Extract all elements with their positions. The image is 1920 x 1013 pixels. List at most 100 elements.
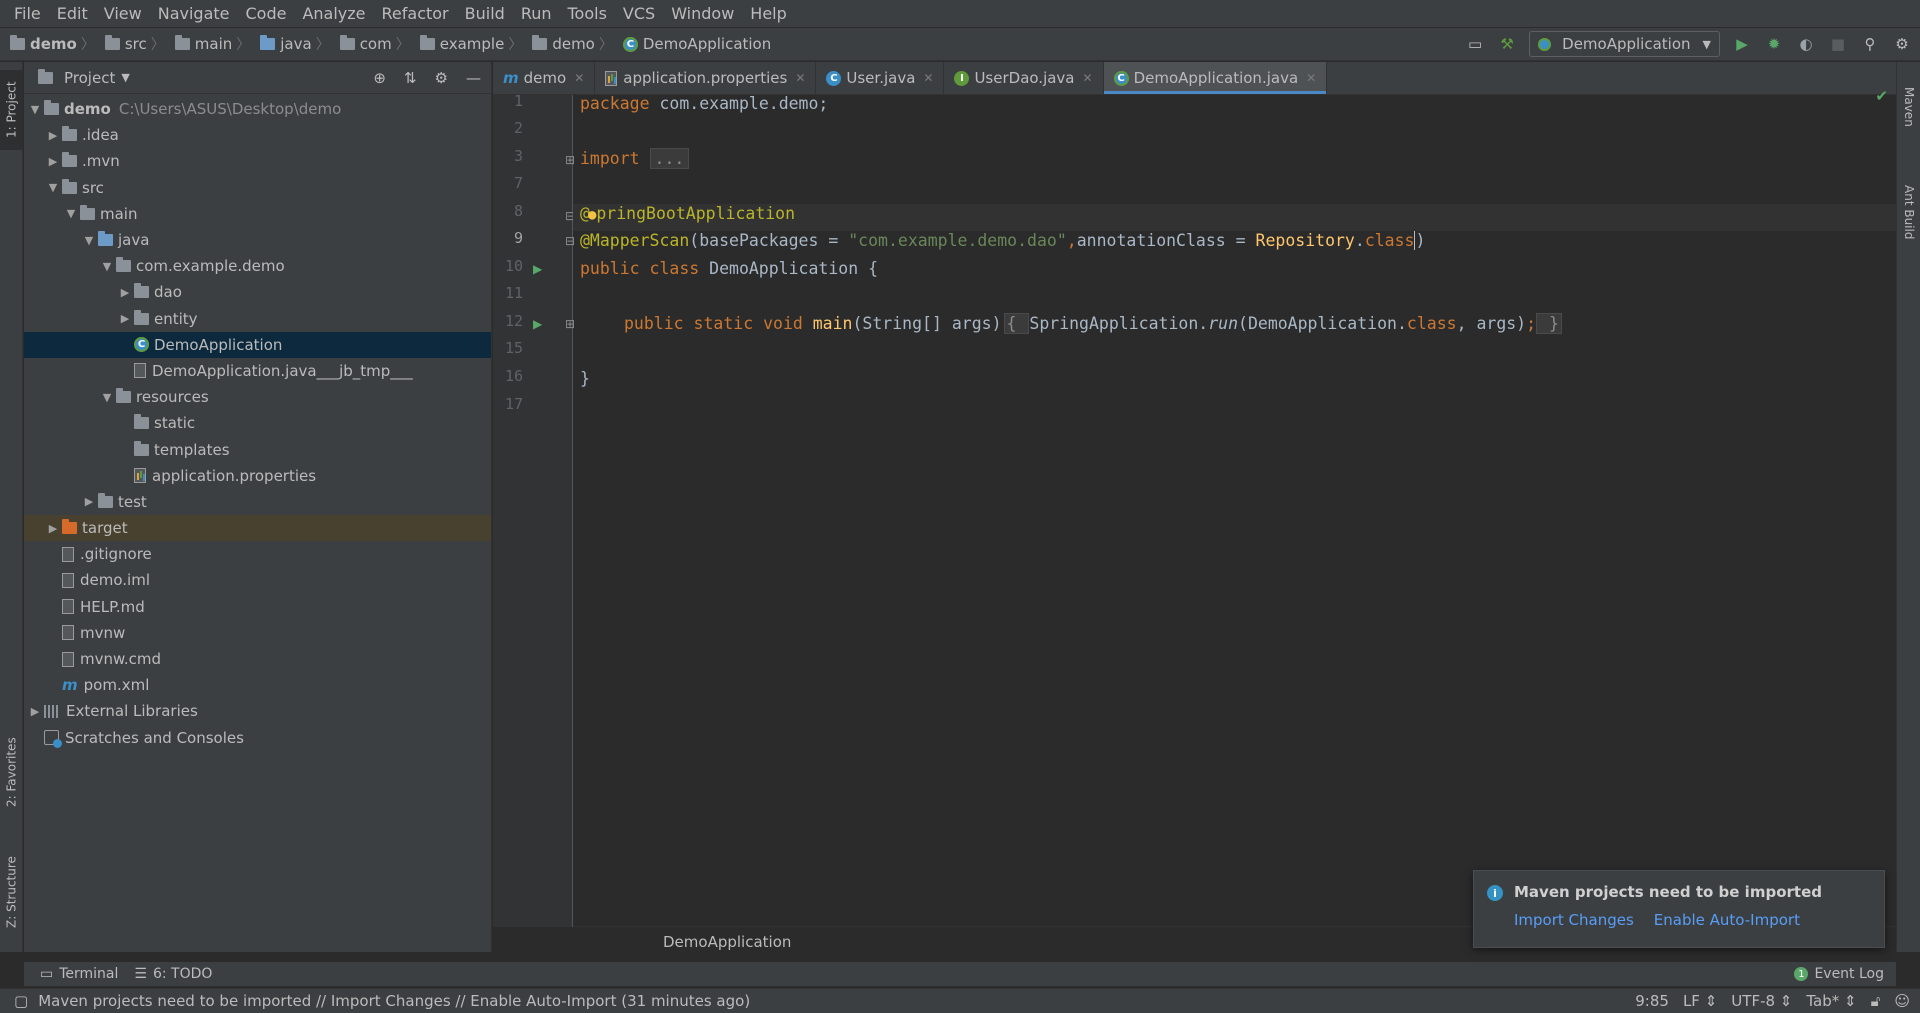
menu-window[interactable]: Window <box>663 0 742 27</box>
hector-icon[interactable]: ☺ <box>1894 992 1910 1010</box>
tree-row-pom-xml[interactable]: m pom.xml <box>24 672 491 698</box>
tab-demoapplication-java[interactable]: C DemoApplication.java ✕ <box>1103 62 1328 94</box>
tree-row-resources[interactable]: ▼ resources <box>24 384 491 410</box>
collapsed-arrow-icon[interactable]: ▶ <box>80 495 98 508</box>
enable-auto-import-link[interactable]: Enable Auto-Import <box>1654 911 1800 929</box>
close-icon[interactable]: ✕ <box>1306 71 1316 85</box>
folded-imports[interactable]: ... <box>649 148 690 169</box>
tree-row-entity[interactable]: ▶ entity <box>24 306 491 332</box>
tree-row-external-libraries[interactable]: ▶ External Libraries <box>24 698 491 724</box>
collapsed-arrow-icon[interactable]: ▶ <box>44 129 62 142</box>
collapsed-arrow-icon[interactable]: ▶ <box>116 312 134 325</box>
tree-row-idea[interactable]: ▶ .idea <box>24 122 491 148</box>
close-icon[interactable]: ✕ <box>923 71 933 85</box>
breadcrumb-item-demo-pkg[interactable]: demo 〉 <box>532 34 623 54</box>
menu-tools[interactable]: Tools <box>560 0 615 27</box>
close-icon[interactable]: ✕ <box>574 71 584 85</box>
breadcrumb-item-demo[interactable]: demo 〉 <box>10 34 105 54</box>
caret-position[interactable]: 9:85 <box>1635 992 1669 1010</box>
menu-analyze[interactable]: Analyze <box>294 0 373 27</box>
tree-row-tmp-file[interactable]: DemoApplication.java___jb_tmp___ <box>24 358 491 384</box>
tree-row-demo[interactable]: ▼ demo C:\Users\ASUS\Desktop\demo <box>24 96 491 122</box>
collapsed-arrow-icon[interactable]: ▶ <box>44 155 62 168</box>
collapse-all-icon[interactable]: ⇅ <box>404 69 417 87</box>
tree-row-mvn[interactable]: ▶ .mvn <box>24 148 491 174</box>
lock-icon[interactable]: 🔓︎ <box>1871 992 1881 1010</box>
breadcrumb-item-com[interactable]: com 〉 <box>339 34 420 54</box>
tool-tab-event-log[interactable]: 1 Event Log <box>1794 966 1884 982</box>
menu-refactor[interactable]: Refactor <box>374 0 457 27</box>
expand-arrow-icon[interactable]: ▼ <box>80 234 98 247</box>
menu-build[interactable]: Build <box>457 0 513 27</box>
close-icon[interactable]: ✕ <box>795 71 805 85</box>
tree-row-help-md[interactable]: HELP.md <box>24 594 491 620</box>
breadcrumb-item-main[interactable]: main 〉 <box>174 34 260 54</box>
tree-row-scratches[interactable]: Scratches and Consoles <box>24 725 491 751</box>
chevron-down-icon[interactable]: ▼ <box>121 71 129 84</box>
tree-row-demo-iml[interactable]: demo.iml <box>24 567 491 593</box>
stop-icon[interactable]: ■ <box>1828 34 1848 54</box>
tool-tab-ant-build[interactable]: Ant Build <box>1897 167 1920 257</box>
project-panel-title[interactable]: Project <box>64 69 115 87</box>
tree-row-demoapplication[interactable]: C DemoApplication <box>24 331 491 358</box>
tree-row-gitignore[interactable]: .gitignore <box>24 541 491 567</box>
menu-help[interactable]: Help <box>742 0 794 27</box>
tool-tab-todo[interactable]: ☰ 6: TODO <box>134 966 212 982</box>
tree-row-application-properties[interactable]: application.properties <box>24 463 491 489</box>
run-gutter-icon[interactable]: ▶ <box>533 317 542 331</box>
expand-arrow-icon[interactable]: ▼ <box>44 181 62 194</box>
tool-tab-terminal[interactable]: ▭ Terminal <box>40 966 118 982</box>
tree-row-static[interactable]: static <box>24 410 491 436</box>
breadcrumb-item-demoapplication[interactable]: C DemoApplication <box>622 35 775 53</box>
code-editor[interactable]: 1 2 3 7 8 9 10 11 12 15 16 17 ▶ ▶ ⊞ ⊟ ⊟ … <box>493 87 1896 956</box>
collapsed-arrow-icon[interactable]: ▶ <box>44 522 62 535</box>
menu-view[interactable]: View <box>96 0 150 27</box>
tab-userdao-java[interactable]: I UserDao.java ✕ <box>944 62 1104 94</box>
expand-arrow-icon[interactable]: ▼ <box>62 207 80 220</box>
tool-tab-project[interactable]: 1: Project <box>0 70 23 150</box>
collapsed-arrow-icon[interactable]: ▶ <box>26 705 44 718</box>
breadcrumb-item-java[interactable]: java 〉 <box>260 34 339 54</box>
hide-icon[interactable]: — <box>466 69 481 87</box>
tree-row-templates[interactable]: templates <box>24 436 491 462</box>
import-changes-link[interactable]: Import Changes <box>1514 911 1634 929</box>
expand-arrow-icon[interactable]: ▼ <box>26 103 44 116</box>
fold-marker-icon[interactable]: ⊞ <box>565 317 575 331</box>
status-message[interactable]: ▢ Maven projects need to be imported // … <box>14 992 750 1010</box>
expand-arrow-icon[interactable]: ▼ <box>98 391 116 404</box>
menu-code[interactable]: Code <box>238 0 295 27</box>
settings-icon[interactable]: ⚙ <box>1892 34 1912 54</box>
breadcrumb-item-example[interactable]: example 〉 <box>419 34 533 54</box>
menu-run[interactable]: Run <box>513 0 560 27</box>
tree-row-package[interactable]: ▼ com.example.demo <box>24 253 491 279</box>
tree-row-mvnw[interactable]: mvnw <box>24 620 491 646</box>
encoding-widget[interactable]: UTF-8 ⇕ <box>1731 992 1792 1010</box>
menu-edit[interactable]: Edit <box>49 0 96 27</box>
fold-marker-icon[interactable]: ⊞ <box>565 153 575 167</box>
tool-tab-structure[interactable]: Z: Structure <box>0 842 23 942</box>
run-gutter-icon[interactable]: ▶ <box>533 262 542 276</box>
tree-row-mvnw-cmd[interactable]: mvnw.cmd <box>24 646 491 672</box>
indent-widget[interactable]: Tab* ⇕ <box>1806 992 1856 1010</box>
tool-tab-favorites[interactable]: 2: Favorites <box>0 722 23 822</box>
tree-row-test[interactable]: ▶ test <box>24 489 491 515</box>
tab-user-java[interactable]: C User.java ✕ <box>816 62 945 94</box>
tool-tab-maven[interactable]: Maven <box>1897 72 1920 142</box>
menu-vcs[interactable]: VCS <box>615 0 663 27</box>
close-icon[interactable]: ✕ <box>1083 71 1093 85</box>
run-with-coverage-icon[interactable]: ◐ <box>1796 34 1816 54</box>
fold-marker-icon[interactable]: ⊟ <box>565 234 575 248</box>
tree-row-main[interactable]: ▼ main <box>24 201 491 227</box>
project-structure-icon[interactable]: ▭ <box>1465 34 1485 54</box>
search-icon[interactable]: ⚲ <box>1860 34 1880 54</box>
build-hammer-icon[interactable]: ⚒ <box>1497 34 1517 54</box>
run-configuration-select[interactable]: DemoApplication ▼ <box>1529 31 1720 57</box>
breadcrumb-item-src[interactable]: src 〉 <box>104 34 175 54</box>
tree-row-target[interactable]: ▶ target <box>24 515 491 542</box>
toggle-tool-windows-icon[interactable]: ▢ <box>14 992 28 1010</box>
debug-icon[interactable]: ✹ <box>1764 34 1784 54</box>
collapsed-arrow-icon[interactable]: ▶ <box>116 286 134 299</box>
menu-file[interactable]: File <box>6 0 49 27</box>
tree-row-src[interactable]: ▼ src <box>24 175 491 201</box>
locate-icon[interactable]: ⊕ <box>373 69 386 87</box>
